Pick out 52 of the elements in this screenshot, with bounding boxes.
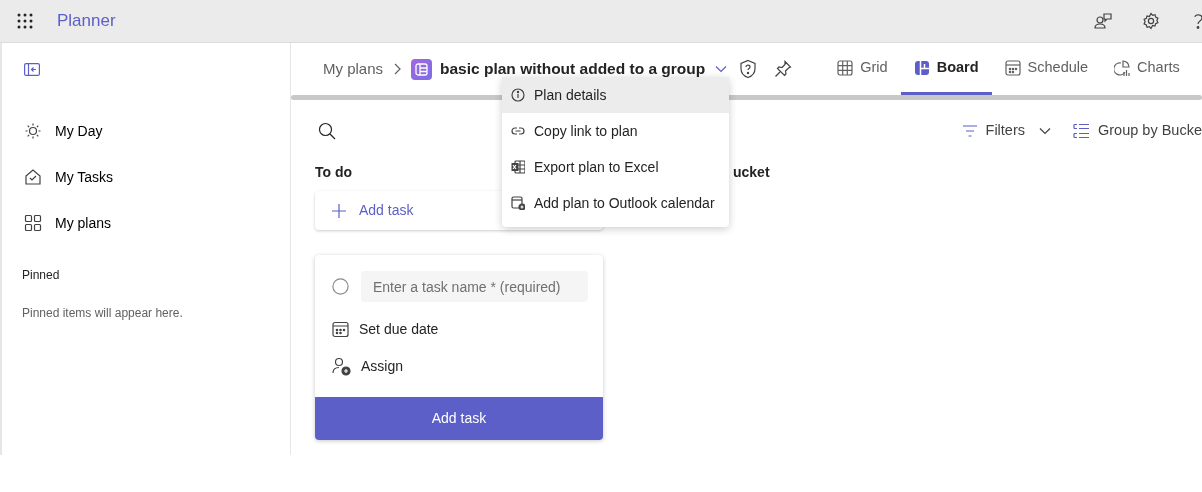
chevron-right-icon <box>392 63 403 75</box>
empty-message: Pinned items will appear here. <box>22 305 184 322</box>
calendar-icon <box>1004 59 1021 76</box>
shield-question-icon[interactable] <box>739 59 758 79</box>
person-add-icon <box>332 357 351 376</box>
table-grid-icon <box>837 59 854 76</box>
view-tab[interactable]: Charts <box>1101 43 1193 95</box>
pin-icon[interactable] <box>774 60 793 78</box>
view-tab[interactable]: Schedule <box>991 43 1102 95</box>
plan-title: basic plan without added to a group <box>440 59 706 80</box>
bucket-title: To do <box>315 163 353 182</box>
menu-item[interactable]: Add plan to Outlook calendar <box>502 185 729 221</box>
filters-button[interactable]: Filters <box>961 120 1051 142</box>
calendar-icon <box>332 321 349 338</box>
plan-icon <box>411 58 433 80</box>
breadcrumb-link[interactable]: My plans <box>323 57 384 81</box>
app-launcher-icon[interactable] <box>17 13 33 29</box>
chat-bubble-person-icon[interactable] <box>1094 12 1112 30</box>
bucket-title: ucket <box>733 163 770 182</box>
sidebar-item[interactable]: My plans <box>24 200 290 246</box>
menu-item[interactable]: Export plan to Excel <box>502 149 729 185</box>
search-icon[interactable] <box>318 122 336 140</box>
set-due-date-button[interactable]: Set due date <box>332 319 439 340</box>
list-icon <box>1073 123 1090 139</box>
sun-icon <box>24 122 42 140</box>
group-by-button[interactable]: Group by Bucke <box>1073 120 1202 142</box>
info-icon <box>511 88 525 102</box>
assign-button[interactable]: Assign <box>332 356 404 377</box>
chevron-down-icon[interactable] <box>715 65 728 73</box>
settings-icon[interactable] <box>1142 12 1160 30</box>
filter-icon <box>961 124 978 138</box>
sidebar-item[interactable]: My Day <box>24 108 290 154</box>
chart-icon <box>1114 59 1131 76</box>
calendar-add-icon <box>511 196 525 210</box>
radio-circle[interactable] <box>332 278 349 295</box>
add-task-button[interactable]: Add task <box>315 397 603 440</box>
chevron-down-icon <box>1039 127 1051 135</box>
board-icon <box>913 59 930 76</box>
sidebar-item[interactable]: My Tasks <box>24 154 290 200</box>
link-icon <box>511 124 525 138</box>
collapse-sidebar-icon[interactable] <box>24 63 40 76</box>
grid-squares-icon <box>24 214 42 232</box>
view-tab[interactable]: Grid <box>824 43 901 95</box>
section-heading: Pinned <box>22 267 61 284</box>
menu-item[interactable]: Copy link to plan <box>502 113 729 149</box>
spreadsheet-icon <box>511 160 525 174</box>
help-icon[interactable] <box>1194 12 1202 30</box>
house-check-icon <box>24 168 42 186</box>
plus-icon <box>331 202 347 219</box>
app-title: Planner <box>57 10 116 33</box>
menu-item[interactable]: Plan details <box>502 77 729 113</box>
task-name-field[interactable]: Enter a task name * (required) <box>361 271 588 302</box>
